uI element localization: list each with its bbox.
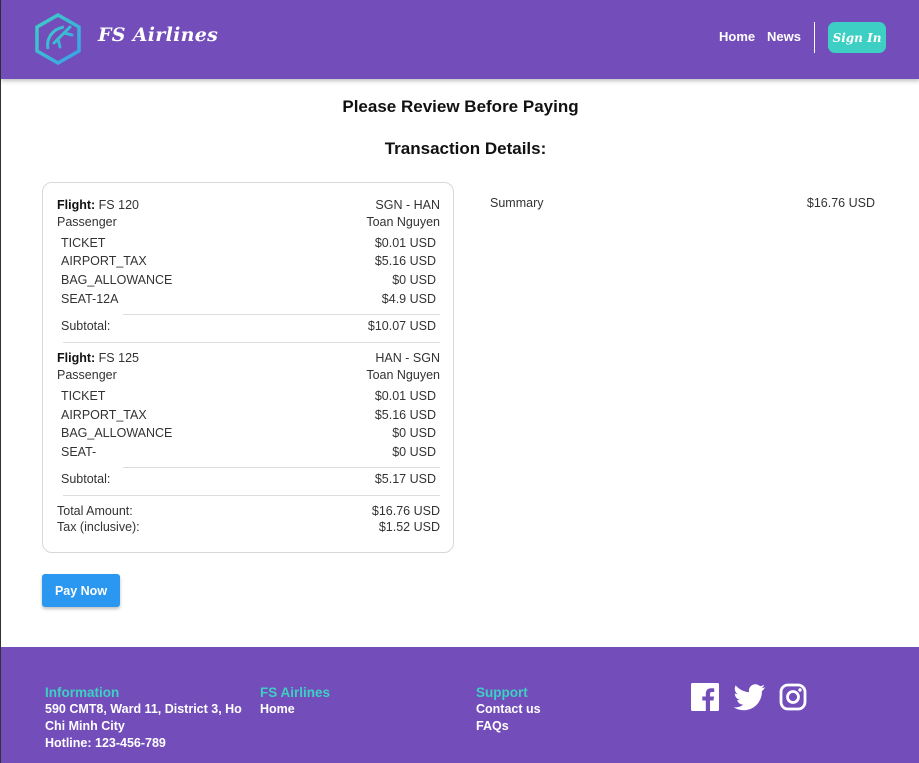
site-header: FS Airlines Home News Sign In [1, 0, 919, 79]
item-name: BAG_ALLOWANCE [61, 273, 173, 287]
page-subtitle: Transaction Details: [384, 139, 547, 158]
instagram-icon[interactable] [779, 683, 807, 711]
subtotal-label: Subtotal: [61, 319, 111, 333]
item-name: AIRPORT_TAX [61, 408, 147, 422]
footer-hotline: Hotline: 123-456-789 [45, 736, 166, 750]
line-item: BAG_ALLOWANCE $0 USD [61, 426, 436, 441]
line-item: TICKET $0.01 USD [61, 389, 436, 404]
flight-route: HAN - SGN [375, 351, 440, 365]
subtotal-amount: $10.07 USD [367, 319, 436, 333]
twitter-icon[interactable] [734, 683, 766, 711]
nav-news-link[interactable]: News [767, 29, 801, 44]
flight-label: Flight: [57, 198, 96, 212]
line-item: TICKET $0.01 USD [61, 236, 436, 251]
nav-home-link[interactable]: Home [719, 29, 755, 44]
logo-icon[interactable] [34, 13, 82, 65]
flight-number: FS 120 [98, 198, 139, 212]
tax-label: Tax (inclusive): [57, 520, 140, 534]
flight-row: Flight: FS 120 SGN - HAN [57, 198, 440, 213]
tax-amount: $1.52 USD [378, 520, 440, 534]
nav-divider [814, 22, 815, 53]
passenger-row: Passenger Toan Nguyen [57, 215, 440, 230]
footer-heading-brand: FS Airlines [260, 685, 331, 700]
flight-row: Flight: FS 125 HAN - SGN [57, 351, 440, 366]
line-item: SEAT-12A $4.9 USD [61, 292, 436, 307]
item-amount: $0 USD [392, 426, 436, 440]
subtotal-amount: $5.17 USD [374, 472, 436, 486]
summary-row: Summary $16.76 USD [490, 196, 875, 210]
flight-number: FS 125 [98, 351, 139, 365]
subtotal-row: Subtotal: $5.17 USD [61, 472, 436, 487]
item-name: TICKET [61, 236, 106, 250]
item-amount: $4.9 USD [381, 292, 436, 306]
item-name: SEAT-12A [61, 292, 119, 306]
total-amount: $16.76 USD [371, 504, 440, 518]
site-footer: Information 590 CMT8, Ward 11, District … [1, 647, 919, 763]
item-name: SEAT- [61, 445, 97, 459]
pay-now-button[interactable]: Pay Now [42, 574, 120, 607]
passenger-row: Passenger Toan Nguyen [57, 368, 440, 383]
flight-label: Flight: [57, 351, 96, 365]
item-amount: $0 USD [392, 273, 436, 287]
flight-divider [63, 342, 440, 343]
item-amount: $0.01 USD [374, 389, 436, 403]
brand-name[interactable]: FS Airlines [98, 24, 218, 46]
flight-route: SGN - HAN [375, 198, 440, 212]
transaction-card: Flight: FS 120 SGN - HAN Passenger Toan … [42, 182, 454, 553]
footer-address-line2: Chi Minh City [45, 719, 125, 733]
totals-divider [63, 495, 440, 496]
footer-heading-support: Support [476, 685, 528, 700]
facebook-icon[interactable] [691, 683, 719, 711]
summary-amount: $16.76 USD [806, 196, 875, 210]
line-item: BAG_ALLOWANCE $0 USD [61, 273, 436, 288]
footer-home-link[interactable]: Home [260, 701, 330, 718]
total-amount-row: Total Amount: $16.76 USD [57, 504, 440, 519]
footer-support: Support Contact us FAQs [476, 684, 541, 735]
subtotal-divider [123, 467, 440, 468]
sign-in-button[interactable]: Sign In [828, 22, 886, 53]
footer-heading-information: Information [45, 685, 120, 700]
subtotal-divider [123, 314, 440, 315]
footer-faqs-link[interactable]: FAQs [476, 718, 541, 735]
subtotal-label: Subtotal: [61, 472, 111, 486]
line-item: AIRPORT_TAX $5.16 USD [61, 408, 436, 423]
line-item: SEAT- $0 USD [61, 445, 436, 460]
item-name: AIRPORT_TAX [61, 254, 147, 268]
item-name: BAG_ALLOWANCE [61, 426, 173, 440]
passenger-label: Passenger [57, 368, 117, 382]
footer-address-line1: 590 CMT8, Ward 11, District 3, Ho [45, 702, 242, 716]
total-label: Total Amount: [57, 504, 133, 518]
item-amount: $5.16 USD [374, 254, 436, 268]
item-amount: $5.16 USD [374, 408, 436, 422]
tax-row: Tax (inclusive): $1.52 USD [57, 520, 440, 535]
footer-contact-link[interactable]: Contact us [476, 701, 541, 718]
footer-brand: FS Airlines Home [260, 684, 330, 718]
summary-label: Summary [490, 196, 544, 210]
item-name: TICKET [61, 389, 106, 403]
item-amount: $0.01 USD [374, 236, 436, 250]
page-title: Please Review Before Paying [342, 97, 579, 116]
line-item: AIRPORT_TAX $5.16 USD [61, 254, 436, 269]
subtotal-row: Subtotal: $10.07 USD [61, 319, 436, 334]
passenger-label: Passenger [57, 215, 117, 229]
passenger-name: Toan Nguyen [366, 368, 440, 382]
footer-information: Information 590 CMT8, Ward 11, District … [45, 684, 245, 752]
passenger-name: Toan Nguyen [366, 215, 440, 229]
item-amount: $0 USD [392, 445, 436, 459]
